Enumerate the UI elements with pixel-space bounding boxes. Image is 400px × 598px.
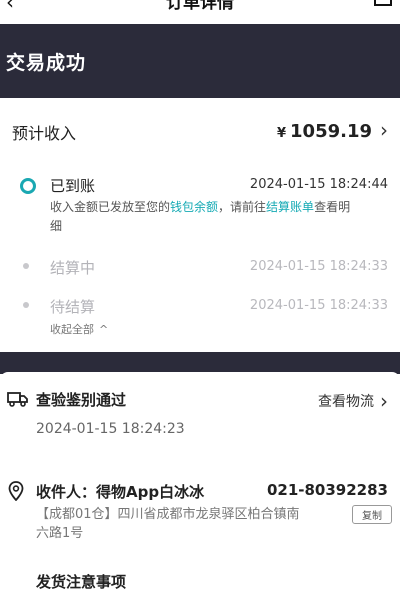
recipient-address: 【成都01仓】四川省成都市龙泉驿区柏合镇南 六路1号 xyxy=(36,505,336,543)
note-text-1: 收入金额已发放至您的 xyxy=(50,200,171,214)
page-title: 订单详情 xyxy=(166,0,234,13)
step-pending-icon xyxy=(23,263,29,269)
address-line-2: 六路1号 xyxy=(36,526,84,541)
step-pending-icon xyxy=(23,302,29,308)
step-time-to-settle: 2024-01-15 18:24:33 xyxy=(249,298,388,313)
settlement-bill-link[interactable]: 结算账单 xyxy=(266,200,314,214)
truck-icon xyxy=(7,390,29,408)
collapse-all-button[interactable]: 收起全部 ^ xyxy=(50,321,108,337)
step-time-settling: 2024-01-15 18:24:33 xyxy=(249,259,388,274)
step-label-settling: 结算中 xyxy=(50,259,96,277)
currency-symbol: ¥ xyxy=(276,126,287,141)
inspection-time: 2024-01-15 18:24:23 xyxy=(36,421,185,437)
settlement-note: 收入金额已发放至您的钱包余额，请前往结算账单查看明 细 xyxy=(50,198,390,236)
income-amount: 1059.19 xyxy=(290,121,372,142)
note-text-2: ，请前往 xyxy=(218,200,267,214)
wallet-balance-link[interactable]: 钱包余额 xyxy=(170,200,218,214)
view-logistics-button[interactable]: 查看物流 › xyxy=(318,389,388,413)
chevron-up-icon: ^ xyxy=(99,322,109,336)
income-label: 预计收入 xyxy=(12,124,77,143)
recipient-name: 收件人：得物App白冰冰 xyxy=(36,483,205,501)
copy-address-button[interactable]: 复制 xyxy=(352,505,392,524)
chevron-right-icon: › xyxy=(380,389,388,413)
step-label-to-settle: 待结算 xyxy=(50,298,96,316)
shipping-notes-title[interactable]: 发货注意事项 xyxy=(36,571,126,592)
step-label-received: 已到账 xyxy=(50,177,96,195)
order-status: 交易成功 xyxy=(6,52,87,74)
note-text-4: 细 xyxy=(50,219,63,233)
section-divider xyxy=(0,352,400,374)
collapse-label: 收起全部 xyxy=(50,323,94,336)
step-active-icon xyxy=(20,178,36,194)
inspection-status: 查验鉴别通过 xyxy=(36,391,127,409)
location-pin-icon xyxy=(8,481,26,503)
scan-icon[interactable] xyxy=(374,0,392,6)
chevron-right-icon: › xyxy=(380,118,388,142)
top-bar: ‹ 订单详情 xyxy=(0,0,400,24)
recipient-phone: 021-80392283 xyxy=(266,481,388,499)
view-logistics-label: 查看物流 xyxy=(318,394,374,410)
step-time-received: 2024-01-15 18:24:44 xyxy=(249,177,388,192)
income-amount-row[interactable]: ¥ 1059.19 › xyxy=(277,118,388,142)
note-text-3: 查看明 xyxy=(314,200,351,214)
address-line-1: 【成都01仓】四川省成都市龙泉驿区柏合镇南 xyxy=(36,507,300,522)
